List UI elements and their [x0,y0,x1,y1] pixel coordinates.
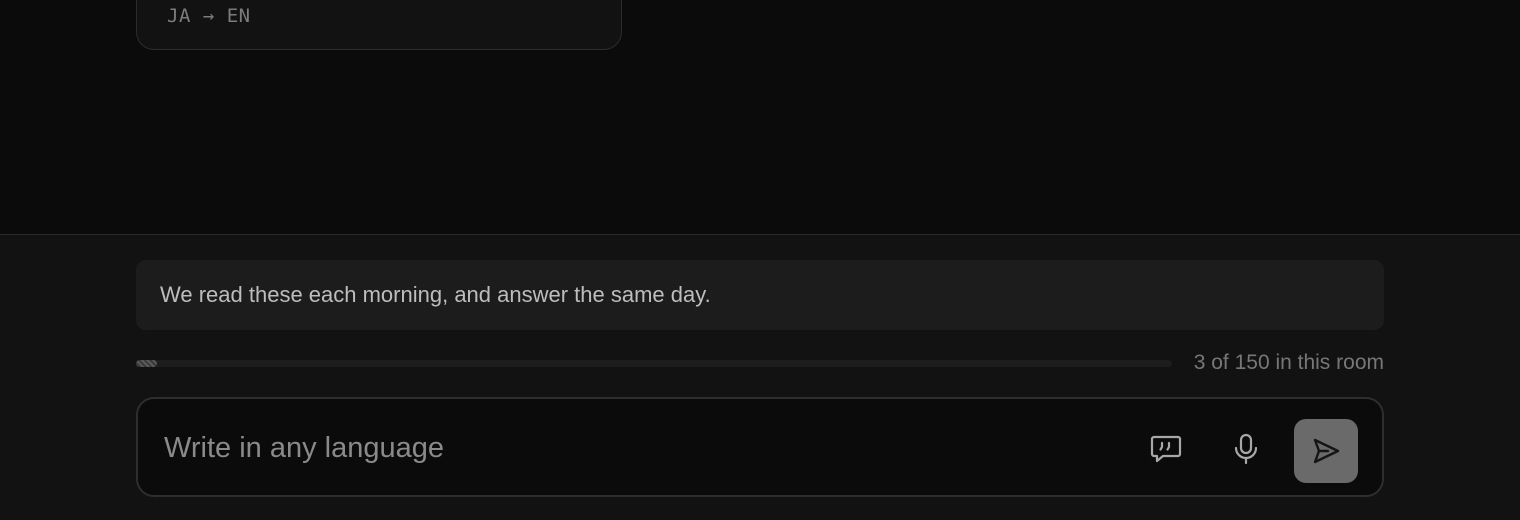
chat-page: JA → EN We read these each morning, and … [0,0,1520,520]
quote-button[interactable] [1138,421,1194,477]
message-composer [136,397,1384,497]
message-card: JA → EN [136,0,622,50]
send-button[interactable] [1294,419,1358,483]
message-list[interactable]: JA → EN [0,0,1520,234]
microphone-icon [1234,433,1258,465]
message-input[interactable] [162,425,1106,471]
microphone-button[interactable] [1218,421,1274,477]
notice-text: We read these each morning, and answer t… [160,282,711,307]
language-pair-label: JA → EN [167,5,251,27]
quote-bubble-icon [1150,435,1182,463]
quota-progress-bar [136,359,1172,367]
quota-label: 3 of 150 in this room [1193,351,1384,374]
send-icon [1313,438,1340,464]
notice-banner: We read these each morning, and answer t… [136,260,1384,330]
quota-row: 3 of 150 in this room [136,347,1384,379]
quota-progress-fill [136,359,157,367]
composer-area: We read these each morning, and answer t… [0,234,1520,520]
